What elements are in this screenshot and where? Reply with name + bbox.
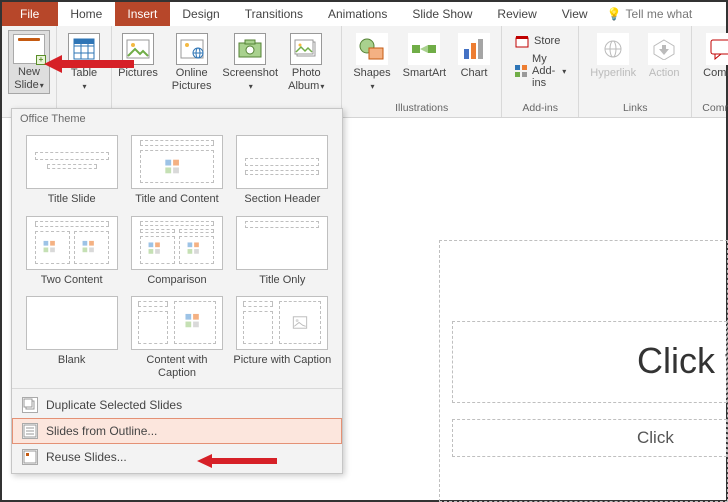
slides-from-outline[interactable]: Slides from Outline...: [12, 418, 342, 444]
bulb-icon: 💡: [607, 7, 622, 21]
store-icon: [514, 33, 530, 49]
picture-icon: [280, 302, 320, 343]
action-button[interactable]: Action: [643, 30, 685, 83]
content-icon: [36, 232, 69, 263]
action-icon: [652, 38, 676, 60]
online-pictures-label: Online Pictures: [165, 67, 218, 92]
shapes-icon: [357, 36, 387, 62]
online-pictures-button[interactable]: Online Pictures: [160, 30, 223, 95]
subtitle-placeholder[interactable]: Click: [452, 419, 727, 457]
new-slide-button[interactable]: + New Slide▾: [8, 30, 50, 94]
table-icon: [72, 37, 96, 61]
duplicate-slides[interactable]: Duplicate Selected Slides: [12, 392, 342, 418]
photo-album-button[interactable]: Photo Album▾: [277, 30, 335, 95]
layout-label: Comparison: [147, 274, 206, 287]
shapes-label: Shapes: [353, 67, 390, 79]
pictures-label: Pictures: [118, 67, 158, 80]
reuse-icon: [22, 449, 38, 465]
store-button[interactable]: Store: [512, 32, 568, 50]
layout-comparison[interactable]: Comparison: [125, 212, 228, 291]
group-links-label: Links: [585, 102, 685, 116]
content-icon: [180, 237, 213, 263]
comment-icon: [709, 38, 728, 60]
screenshot-button[interactable]: Screenshot▾: [225, 30, 275, 95]
tab-animations[interactable]: Animations: [316, 2, 400, 26]
action-label: Action: [649, 67, 680, 80]
content-icon: [141, 151, 213, 182]
new-slide-dropdown: Office Theme Title Slide Title and Conte…: [11, 108, 343, 474]
layout-title-content[interactable]: Title and Content: [125, 131, 228, 210]
duplicate-icon: [22, 397, 38, 413]
chart-icon: [462, 37, 486, 61]
hyperlink-icon: [600, 39, 626, 59]
hyperlink-label: Hyperlink: [590, 67, 636, 80]
layout-content-caption[interactable]: Content with Caption: [125, 292, 228, 383]
group-comment-label: Commer: [698, 102, 728, 116]
layout-label: Section Header: [244, 193, 320, 206]
layout-title-slide[interactable]: Title Slide: [20, 131, 123, 210]
photo-album-label: Photo Album: [288, 67, 320, 92]
online-pictures-icon: [180, 39, 204, 59]
smartart-button[interactable]: SmartArt: [398, 30, 451, 83]
table-label: Table: [71, 67, 97, 79]
tell-me-label: Tell me what: [626, 7, 693, 21]
tab-design[interactable]: Design: [170, 2, 232, 26]
slide-canvas: Click t Click: [439, 240, 728, 502]
layout-section-header[interactable]: Section Header: [231, 131, 334, 210]
layout-two-content[interactable]: Two Content: [20, 212, 123, 291]
my-addins-button[interactable]: My Add-ins ▾: [512, 52, 568, 90]
layout-label: Content with Caption: [127, 354, 226, 379]
ribbon: + New Slide▾ Table▾ Pictures Online Pict…: [2, 26, 726, 118]
shapes-button[interactable]: Shapes▾: [348, 30, 395, 95]
tab-file[interactable]: File: [2, 2, 58, 26]
store-label: Store: [534, 35, 560, 47]
pictures-button[interactable]: Pictures: [118, 30, 158, 83]
my-addins-label: My Add-ins: [532, 53, 557, 89]
reuse-slides[interactable]: Reuse Slides...: [12, 444, 342, 470]
smartart-label: SmartArt: [403, 67, 446, 80]
layout-title-only[interactable]: Title Only: [231, 212, 334, 291]
new-slide-label: New Slide: [14, 66, 40, 91]
screenshot-icon: [237, 39, 263, 59]
pictures-icon: [126, 39, 150, 59]
smartart-icon: [410, 37, 438, 61]
content-icon: [141, 237, 174, 263]
chart-button[interactable]: Chart: [453, 30, 495, 83]
tab-home[interactable]: Home: [58, 2, 115, 26]
tell-me[interactable]: 💡 Tell me what: [601, 2, 699, 26]
title-placeholder[interactable]: Click t: [452, 321, 727, 403]
tab-view[interactable]: View: [550, 2, 601, 26]
layout-label: Title and Content: [135, 193, 218, 206]
tab-bar: File Home Insert Design Transitions Anim…: [2, 2, 726, 26]
screenshot-label: Screenshot: [222, 67, 278, 79]
group-illustrations-label: Illustrations: [348, 102, 495, 116]
layout-label: Blank: [58, 354, 86, 367]
comment-button[interactable]: Comme: [698, 30, 728, 83]
photo-album-icon: [294, 39, 318, 59]
outline-icon: [22, 423, 38, 439]
layout-label: Title Only: [259, 274, 305, 287]
tab-slideshow[interactable]: Slide Show: [400, 2, 485, 26]
dropdown-title: Office Theme: [12, 109, 342, 129]
hyperlink-button[interactable]: Hyperlink: [585, 30, 641, 83]
group-addins-label: Add-ins: [508, 102, 572, 116]
layout-picture-caption[interactable]: Picture with Caption: [231, 292, 334, 383]
chart-label: Chart: [461, 67, 488, 80]
layout-label: Picture with Caption: [233, 354, 331, 367]
layout-label: Title Slide: [48, 193, 96, 206]
duplicate-label: Duplicate Selected Slides: [46, 398, 182, 412]
outline-label: Slides from Outline...: [46, 424, 157, 438]
comment-label: Comme: [703, 67, 728, 80]
table-button[interactable]: Table▾: [63, 30, 105, 95]
layout-label: Two Content: [41, 274, 103, 287]
tab-insert[interactable]: Insert: [115, 2, 170, 26]
content-icon: [75, 232, 108, 263]
reuse-label: Reuse Slides...: [46, 450, 127, 464]
tab-transitions[interactable]: Transitions: [233, 2, 316, 26]
tab-review[interactable]: Review: [485, 2, 549, 26]
layout-blank[interactable]: Blank: [20, 292, 123, 383]
addins-icon: [514, 63, 528, 79]
content-icon: [175, 302, 215, 343]
